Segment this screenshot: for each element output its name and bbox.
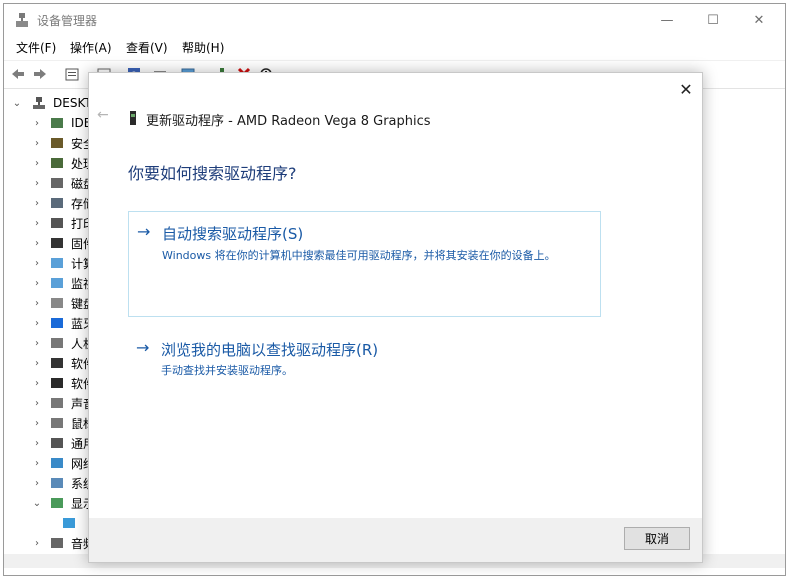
title-bar: 设备管理器 — ☐ ✕: [4, 4, 785, 36]
minimize-button[interactable]: —: [644, 4, 690, 36]
dialog-close-button[interactable]: ✕: [676, 79, 696, 99]
chevron-right-icon[interactable]: ›: [32, 278, 42, 289]
hid-icon: [51, 338, 63, 348]
computer-icon: [51, 258, 63, 268]
chevron-right-icon[interactable]: ›: [32, 358, 42, 369]
chevron-right-icon[interactable]: ›: [32, 338, 42, 349]
usb-icon: [51, 438, 63, 448]
browse-computer-option[interactable]: → 浏览我的电脑以查找驱动程序(R) 手动查找并安装驱动程序。: [128, 335, 601, 385]
chevron-right-icon[interactable]: ›: [32, 398, 42, 409]
auto-search-description: Windows 将在你的计算机中搜索最佳可用驱动程序，并将其安装在你的设备上。: [162, 249, 556, 262]
storage-icon: [51, 198, 63, 208]
chevron-right-icon[interactable]: ›: [32, 438, 42, 449]
chevron-right-icon[interactable]: ›: [32, 178, 42, 189]
chevron-right-icon[interactable]: ›: [32, 538, 42, 549]
forward-icon[interactable]: [32, 66, 48, 82]
maximize-button[interactable]: ☐: [690, 4, 736, 36]
bluetooth-icon: [51, 318, 63, 328]
chevron-right-icon[interactable]: ›: [32, 138, 42, 149]
browse-computer-title: 浏览我的电脑以查找驱动程序(R): [161, 341, 379, 359]
system-icon: [51, 478, 63, 488]
chevron-right-icon[interactable]: ›: [32, 418, 42, 429]
computer-root-icon: [33, 97, 45, 109]
chevron-right-icon[interactable]: ›: [32, 298, 42, 309]
auto-search-title: 自动搜索驱动程序(S): [162, 225, 304, 243]
menu-bar: 文件(F) 操作(A) 查看(V) 帮助(H): [4, 36, 785, 58]
chevron-down-icon[interactable]: ⌄: [32, 498, 42, 509]
security-icon: [51, 138, 63, 148]
device-manager-icon: [16, 13, 28, 27]
back-arrow-icon[interactable]: ←: [97, 107, 109, 123]
browse-computer-description: 手动查找并安装驱动程序。: [161, 364, 293, 377]
chevron-right-icon[interactable]: ›: [32, 478, 42, 489]
display-icon: [51, 498, 63, 508]
auto-search-option[interactable]: → 自动搜索驱动程序(S) Windows 将在你的计算机中搜索最佳可用驱动程序…: [128, 211, 601, 317]
chevron-right-icon[interactable]: ›: [32, 318, 42, 329]
cancel-button[interactable]: 取消: [624, 527, 690, 550]
keyboard-icon: [51, 298, 63, 308]
tree-root-label: DESKT: [53, 96, 92, 110]
back-icon[interactable]: [10, 66, 26, 82]
chevron-right-icon[interactable]: ›: [32, 238, 42, 249]
processor-icon: [51, 158, 63, 168]
properties-icon[interactable]: [64, 66, 80, 82]
chevron-down-icon[interactable]: ⌄: [12, 98, 22, 109]
chevron-right-icon[interactable]: ›: [32, 378, 42, 389]
window-title: 设备管理器: [37, 14, 98, 28]
printer-icon: [51, 218, 63, 228]
chevron-right-icon[interactable]: ›: [32, 118, 42, 129]
disk-icon: [51, 178, 63, 188]
chevron-right-icon[interactable]: ›: [32, 258, 42, 269]
menu-file[interactable]: 文件(F): [16, 39, 56, 56]
chevron-right-icon[interactable]: ›: [32, 458, 42, 469]
chevron-right-icon[interactable]: ›: [32, 158, 42, 169]
search-question-heading: 你要如何搜索驱动程序?: [128, 164, 297, 183]
audio-io-icon: [51, 538, 63, 548]
update-driver-dialog: ✕ ← 更新驱动程序 - AMD Radeon Vega 8 Graphics …: [88, 72, 703, 563]
network-icon: [51, 458, 63, 468]
mouse-icon: [51, 418, 63, 428]
ide-icon: [51, 118, 63, 128]
chevron-right-icon[interactable]: ›: [32, 218, 42, 229]
arrow-right-icon: →: [137, 222, 151, 241]
display-adapter-icon: [63, 518, 75, 528]
close-button[interactable]: ✕: [736, 4, 782, 36]
menu-help[interactable]: 帮助(H): [182, 39, 224, 56]
monitor-icon: [51, 278, 63, 288]
software-component-icon: [51, 378, 63, 388]
graphics-card-icon: [130, 111, 136, 125]
dialog-footer: 取消: [89, 518, 702, 562]
audio-icon: [51, 398, 63, 408]
firmware-icon: [51, 238, 63, 248]
dialog-title: 更新驱动程序 - AMD Radeon Vega 8 Graphics: [146, 114, 431, 129]
arrow-right-icon: →: [136, 338, 150, 357]
software-icon: [51, 358, 63, 368]
chevron-right-icon[interactable]: ›: [32, 198, 42, 209]
menu-view[interactable]: 查看(V): [126, 39, 168, 56]
menu-action[interactable]: 操作(A): [70, 39, 112, 56]
